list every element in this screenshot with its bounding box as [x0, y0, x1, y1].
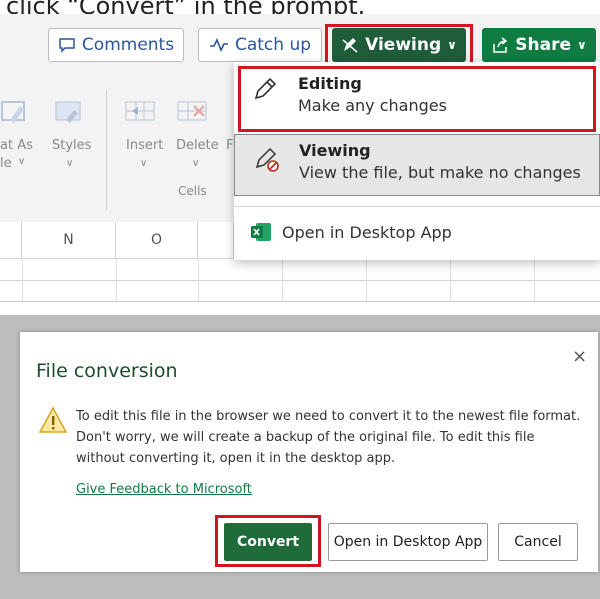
chevron-down-icon: ∨ — [66, 158, 74, 169]
column-header-blank[interactable] — [0, 222, 22, 258]
format-as-table-label[interactable]: at As — [0, 138, 33, 153]
share-label: Share — [515, 35, 571, 55]
convert-button-highlight — [215, 515, 321, 567]
insert-cells-label[interactable]: Insert — [126, 138, 163, 153]
chevron-down-icon: ∨ — [576, 38, 587, 52]
chevron-down-icon: ∨ — [18, 156, 26, 167]
excel-icon — [251, 223, 271, 241]
comments-label: Comments — [81, 35, 175, 55]
chevron-down-icon: ∨ — [192, 158, 200, 169]
grid-line — [282, 258, 283, 301]
format-as-table-icon — [1, 101, 25, 123]
grid-line — [22, 258, 23, 301]
pencil-prohibited-icon — [255, 147, 279, 172]
excel-online-toolbar-panel: Comments Catch up Viewing ∨ Share ∨ at A… — [0, 14, 600, 302]
warning-icon — [38, 406, 68, 433]
chevron-down-icon: ∨ — [140, 158, 148, 169]
format-cells-label-partial[interactable]: F — [226, 138, 233, 153]
insert-cells-icon — [125, 101, 155, 121]
cell-styles-label[interactable]: Styles — [52, 138, 91, 153]
editing-option-highlight — [238, 66, 596, 132]
grid-line — [366, 258, 367, 301]
cell-styles-icon — [55, 101, 81, 123]
viewing-description: View the file, but make no changes — [299, 163, 581, 182]
column-header-p[interactable] — [198, 222, 234, 258]
cancel-button[interactable]: Cancel — [498, 523, 578, 561]
activity-icon — [209, 38, 228, 52]
comment-icon — [59, 38, 75, 53]
delete-cells-label[interactable]: Delete — [176, 138, 219, 153]
open-in-desktop-app-option[interactable]: Open in Desktop App — [234, 212, 600, 254]
delete-cells-icon — [177, 101, 207, 121]
give-feedback-link[interactable]: Give Feedback to Microsoft — [76, 482, 252, 497]
comments-button[interactable]: Comments — [48, 28, 184, 62]
grid-line — [0, 301, 600, 302]
ribbon: at As le ∨ Styles ∨ Insert ∨ Delete F ∨ … — [0, 76, 234, 226]
grid-line — [116, 258, 117, 301]
grid-line — [534, 258, 535, 301]
open-in-desktop-app-label: Open in Desktop App — [282, 223, 452, 242]
viewing-title: Viewing — [299, 141, 371, 160]
mode-dropdown-menu: Editing Make any changes Viewing View th… — [234, 62, 600, 260]
open-in-desktop-app-button[interactable]: Open in Desktop App — [328, 523, 488, 561]
grid-line — [198, 258, 199, 301]
catch-up-button[interactable]: Catch up — [198, 28, 322, 62]
catch-up-label: Catch up — [234, 35, 312, 55]
close-icon[interactable]: × — [572, 346, 587, 367]
menu-divider — [234, 206, 600, 207]
grid-line — [450, 258, 451, 301]
share-icon — [493, 37, 508, 53]
grid-line — [0, 280, 600, 281]
format-as-table-sub-label: le — [0, 156, 12, 171]
viewing-mode-option[interactable]: Viewing View the file, but make no chang… — [234, 134, 600, 196]
column-header-n[interactable]: N — [22, 222, 116, 258]
ribbon-divider — [106, 90, 107, 210]
dialog-message: To edit this file in the browser we need… — [76, 409, 581, 466]
dialog-title: File conversion — [36, 360, 178, 382]
share-button[interactable]: Share ∨ — [482, 28, 596, 62]
column-header-o[interactable]: O — [116, 222, 198, 258]
cells-group-label: Cells — [178, 184, 207, 198]
